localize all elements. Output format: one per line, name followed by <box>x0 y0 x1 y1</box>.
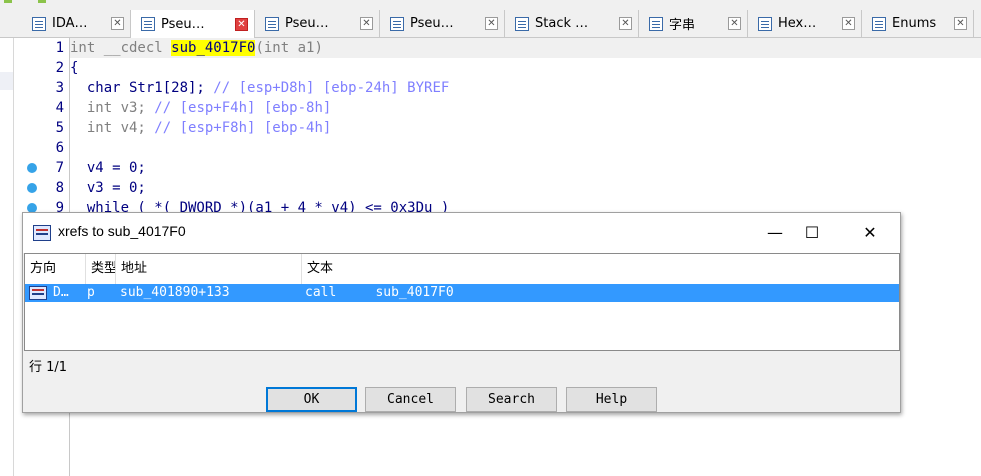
list-header: 方向 类型 地址 文本 <box>25 254 899 285</box>
code-line[interactable]: int v4; // [esp+F8h] [ebp-4h] <box>70 118 981 138</box>
tab-pseudocode-a[interactable]: Pseu… ✕ <box>131 10 255 38</box>
code-text: v4 = 0; <box>70 160 146 176</box>
code-text: v3 = 0; <box>70 180 146 196</box>
xrefs-dialog: xrefs to sub_4017F0 — ☐ ✕ 方向 类型 地址 文本 D…… <box>22 212 901 413</box>
search-button[interactable]: Search <box>466 387 557 412</box>
code-line[interactable]: { <box>70 58 981 78</box>
toolbar-glyph <box>38 0 46 3</box>
code-text: int v4; <box>70 120 155 136</box>
line-number: 4 <box>55 100 64 116</box>
code-line[interactable] <box>70 138 981 158</box>
ida-view-icon <box>32 16 46 31</box>
function-name-highlight[interactable]: sub_4017F0 <box>171 40 256 56</box>
tab-label: Enums <box>892 16 937 31</box>
code-text: { <box>70 60 79 76</box>
code-text: char Str1[28]; <box>70 80 214 96</box>
code-text: int __cdecl <box>70 40 172 56</box>
tab-label: Hex… <box>778 16 817 31</box>
dialog-title-bar[interactable]: xrefs to sub_4017F0 — ☐ ✕ <box>23 213 900 253</box>
close-icon[interactable]: ✕ <box>360 17 373 30</box>
cell-text: call sub_4017F0 <box>305 285 454 300</box>
selected-function-row[interactable] <box>0 72 13 90</box>
code-comment: // [esp+F4h] [ebp-8h] <box>154 100 332 116</box>
tab-pseudocode-c[interactable]: Pseu… ✕ <box>380 10 505 37</box>
close-icon[interactable]: ✕ <box>619 17 632 30</box>
close-button[interactable]: ✕ <box>843 213 897 253</box>
tab-label: Pseu… <box>410 16 454 31</box>
tab-label: Pseu… <box>285 16 329 31</box>
close-icon[interactable]: ✕ <box>485 17 498 30</box>
line-number: 7 <box>55 160 64 176</box>
code-line[interactable]: v3 = 0; <box>70 178 981 198</box>
tab-enums[interactable]: Enums ✕ <box>862 10 974 37</box>
column-header-direction[interactable]: 方向 <box>25 254 86 284</box>
cancel-button[interactable]: Cancel <box>365 387 456 412</box>
breakpoint-dot-icon[interactable] <box>27 163 37 173</box>
pseudocode-icon <box>390 16 404 31</box>
functions-pane[interactable] <box>0 38 14 476</box>
line-number: 6 <box>55 140 64 156</box>
hex-view-icon <box>758 16 772 31</box>
code-line[interactable]: int __cdecl sub_4017F0(int a1) <box>70 38 981 58</box>
xref-code-icon <box>29 286 47 300</box>
line-number: 2 <box>55 60 64 76</box>
enums-icon <box>872 16 886 31</box>
close-icon[interactable]: ✕ <box>842 17 855 30</box>
tab-label: Pseu… <box>161 16 205 32</box>
dialog-title: xrefs to sub_4017F0 <box>58 223 186 239</box>
close-icon[interactable]: ✕ <box>728 17 741 30</box>
line-number: 3 <box>55 80 64 96</box>
code-comment: // [esp+D8h] [ebp-24h] BYREF <box>213 80 450 96</box>
cell-address: sub_401890+133 <box>120 285 230 300</box>
close-icon[interactable]: ✕ <box>111 17 124 30</box>
xrefs-icon <box>33 225 51 241</box>
tab-bar: IDA… ✕ Pseu… ✕ Pseu… ✕ Pseu… ✕ Stack … ✕… <box>0 10 981 38</box>
row-status: 行 1/1 <box>29 360 68 375</box>
tab-hex-view[interactable]: Hex… ✕ <box>748 10 862 37</box>
tab-label: IDA… <box>52 16 88 31</box>
line-number: 5 <box>55 120 64 136</box>
line-number: 1 <box>55 40 64 56</box>
cell-direction: D… <box>53 285 69 300</box>
code-text: int v3; <box>70 100 155 116</box>
column-header-type[interactable]: 类型 <box>86 254 116 284</box>
pseudocode-icon <box>265 16 279 31</box>
tab-stack[interactable]: Stack … ✕ <box>505 10 639 37</box>
toolbar-glyph <box>4 0 12 3</box>
top-toolbar-strip <box>0 0 981 10</box>
maximize-button[interactable]: ☐ <box>785 213 839 253</box>
code-comment: // [esp+F8h] [ebp-4h] <box>154 120 332 136</box>
breakpoint-dot-icon[interactable] <box>27 183 37 193</box>
column-header-text[interactable]: 文本 <box>302 254 899 284</box>
code-line[interactable]: v4 = 0; <box>70 158 981 178</box>
column-header-address[interactable]: 地址 <box>116 254 302 284</box>
cell-type: p <box>87 285 95 300</box>
line-number: 8 <box>55 180 64 196</box>
ok-button[interactable]: OK <box>266 387 357 412</box>
tab-label: Stack … <box>535 16 589 31</box>
xrefs-list[interactable]: 方向 类型 地址 文本 D… p sub_401890+133 call sub… <box>24 253 900 351</box>
tab-label: 字串 <box>669 18 696 33</box>
code-line[interactable]: int v3; // [esp+F4h] [ebp-8h] <box>70 98 981 118</box>
tab-strings[interactable]: 字串 ✕ <box>639 10 748 37</box>
code-line[interactable]: char Str1[28]; // [esp+D8h] [ebp-24h] BY… <box>70 78 981 98</box>
strings-icon <box>649 16 663 31</box>
pseudocode-icon <box>141 17 155 31</box>
close-icon[interactable]: ✕ <box>235 17 248 31</box>
help-button[interactable]: Help <box>566 387 657 412</box>
stack-icon <box>515 16 529 31</box>
close-icon[interactable]: ✕ <box>954 17 967 30</box>
tab-ida-view[interactable]: IDA… ✕ <box>22 10 131 37</box>
tab-pseudocode-b[interactable]: Pseu… ✕ <box>255 10 380 37</box>
table-row[interactable]: D… p sub_401890+133 call sub_4017F0 <box>25 284 899 302</box>
code-text: (int a1) <box>255 40 323 56</box>
